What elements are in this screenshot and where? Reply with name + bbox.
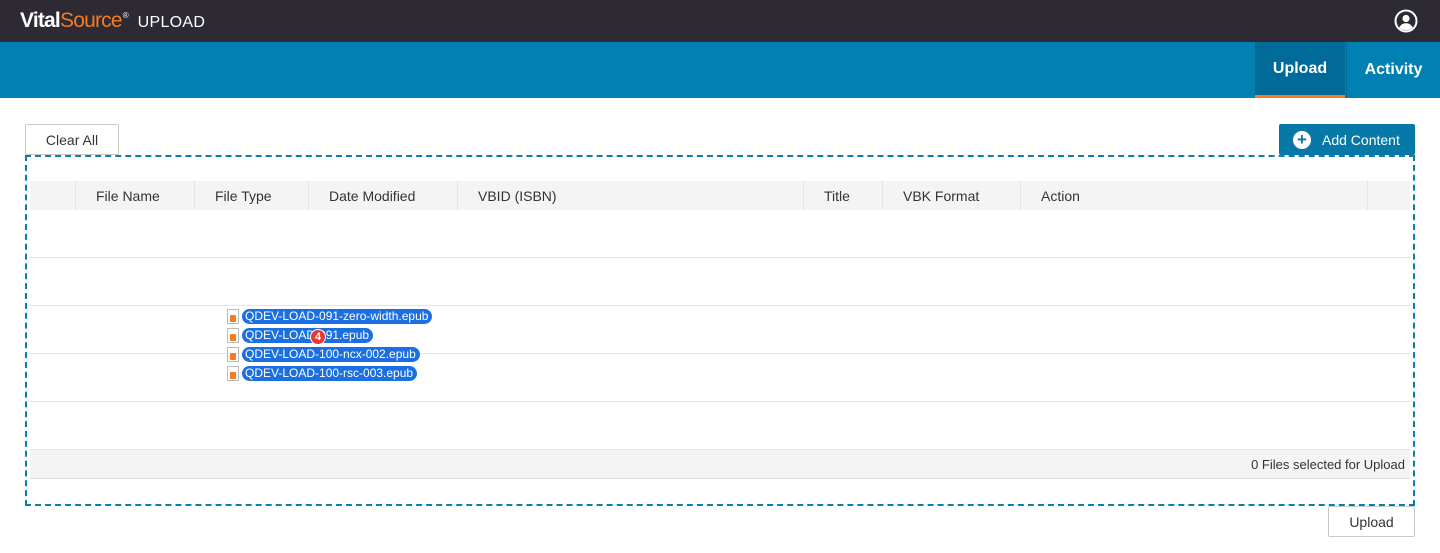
- nav-bar: Upload Activity: [0, 42, 1440, 98]
- epub-file-icon: [227, 328, 239, 343]
- brand-vital-text: Vital: [20, 9, 61, 32]
- column-header-select: [30, 181, 75, 210]
- column-header-vbid[interactable]: VBID (ISBN): [457, 181, 803, 210]
- app-name: UPLOAD: [137, 14, 206, 31]
- dragged-file: QDEV-LOAD-100-ncx-002.epub: [227, 346, 420, 363]
- top-bar: Vital Source ® UPLOAD: [0, 0, 1440, 42]
- add-content-button[interactable]: + Add Content: [1279, 124, 1415, 155]
- column-header-vbk-format[interactable]: VBK Format: [882, 181, 1020, 210]
- add-content-label: Add Content: [1322, 131, 1400, 148]
- table-header: File Name File Type Date Modified VBID (…: [30, 181, 1410, 210]
- dragged-file: QDEV-LOAD-100-rsc-003.epub: [227, 365, 418, 382]
- drag-count-badge: 4: [310, 329, 326, 345]
- epub-file-icon: [227, 366, 239, 381]
- files-selected-count: 0 Files selected for Upload: [1251, 457, 1405, 472]
- tab-upload[interactable]: Upload: [1255, 42, 1345, 98]
- column-header-file-type[interactable]: File Type: [194, 181, 308, 210]
- column-header-action: Action: [1020, 181, 1367, 210]
- brand-source-text: Source: [59, 9, 123, 32]
- table-footer: 0 Files selected for Upload: [30, 450, 1410, 479]
- brand-trademark: ®: [122, 11, 129, 20]
- epub-file-icon: [227, 347, 239, 362]
- table-row: [30, 210, 1410, 258]
- clear-all-button[interactable]: Clear All: [25, 124, 119, 155]
- user-circle-icon[interactable]: [1394, 9, 1418, 33]
- epub-file-icon: [227, 309, 239, 324]
- dragged-file-name: QDEV-LOAD-091.epub: [242, 328, 374, 343]
- dragged-file: QDEV-LOAD-091.epub: [227, 327, 374, 344]
- dragged-file: QDEV-LOAD-091-zero-width.epub: [227, 308, 433, 325]
- vitalsource-logo[interactable]: Vital Source ® UPLOAD: [20, 9, 205, 33]
- dragged-file-name: QDEV-LOAD-100-ncx-002.epub: [242, 347, 420, 362]
- dragged-file-name: QDEV-LOAD-100-rsc-003.epub: [242, 366, 418, 381]
- table-row: [30, 258, 1410, 306]
- column-header-spacer: [1367, 181, 1410, 210]
- tab-activity[interactable]: Activity: [1346, 42, 1440, 98]
- column-header-date-modified[interactable]: Date Modified: [308, 181, 457, 210]
- table-row: [30, 402, 1410, 450]
- column-header-file-name[interactable]: File Name: [75, 181, 194, 210]
- plus-circle-icon: +: [1293, 130, 1311, 149]
- column-header-title[interactable]: Title: [803, 181, 882, 210]
- upload-button[interactable]: Upload: [1328, 506, 1415, 537]
- dragged-file-name: QDEV-LOAD-091-zero-width.epub: [242, 309, 433, 324]
